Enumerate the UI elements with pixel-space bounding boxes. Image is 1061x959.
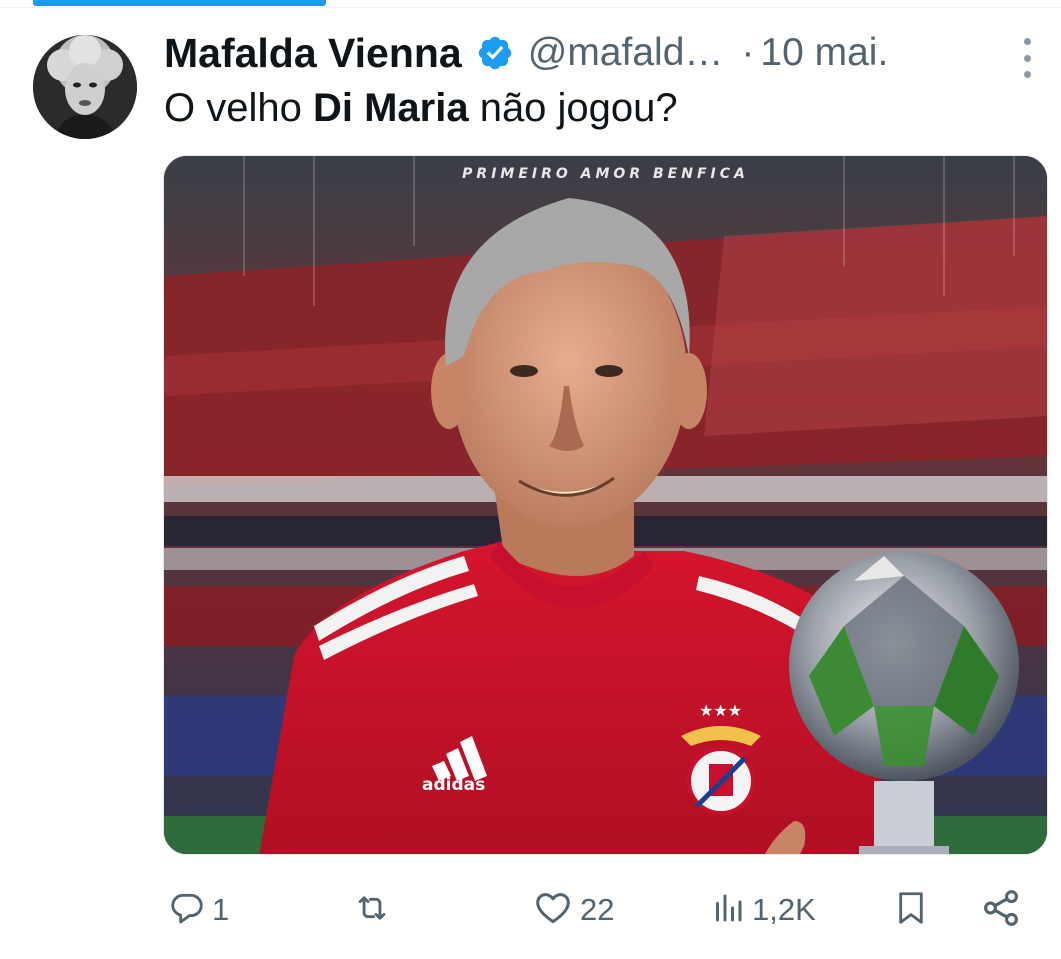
avatar-image xyxy=(33,35,137,139)
bookmark-icon xyxy=(892,887,930,934)
bookmark-button[interactable] xyxy=(892,880,930,940)
like-button[interactable]: 22 xyxy=(532,880,614,940)
tweet-text-part: O velho xyxy=(164,86,313,130)
tweet-actions: 1 22 1,2K xyxy=(164,880,1044,940)
media-caption: PRIMEIRO AMOR BENFICA xyxy=(462,166,749,182)
brand-mark: adidas xyxy=(422,775,485,795)
svg-text:★★★: ★★★ xyxy=(699,701,742,720)
heart-icon xyxy=(532,888,574,933)
verified-badge-icon xyxy=(476,34,514,72)
reply-button[interactable]: 1 xyxy=(168,880,229,940)
tweet-text: O velho Di Maria não jogou? xyxy=(164,86,678,131)
tweet-text-part: não jogou? xyxy=(468,86,678,130)
active-tab-indicator xyxy=(33,0,326,6)
tweet-text-bold: Di Maria xyxy=(312,86,469,130)
divider xyxy=(0,7,1061,8)
reply-count: 1 xyxy=(212,892,230,927)
like-count: 22 xyxy=(580,892,615,927)
media-photo: adidas ★★★ xyxy=(164,156,1047,854)
share-icon xyxy=(980,887,1022,934)
views-icon xyxy=(710,889,746,932)
views-count: 1,2K xyxy=(752,892,816,927)
views-button[interactable]: 1,2K xyxy=(710,880,816,940)
tweet-header: Mafalda Vienna @mafald… · 10 mai. xyxy=(164,28,1004,78)
share-button[interactable] xyxy=(980,880,1022,940)
more-options-icon[interactable] xyxy=(1015,38,1039,78)
tweet-date[interactable]: 10 mai. xyxy=(760,31,888,75)
author-handle[interactable]: @mafald… xyxy=(528,31,724,75)
tweet-media-image[interactable]: adidas ★★★ PRIMEIRO AMOR BENFICA xyxy=(163,155,1048,855)
reply-icon xyxy=(168,889,206,932)
retweet-button[interactable] xyxy=(350,880,400,940)
avatar[interactable] xyxy=(33,35,137,139)
retweet-icon xyxy=(350,889,394,932)
separator-dot: · xyxy=(741,31,755,74)
author-display-name[interactable]: Mafalda Vienna xyxy=(164,30,462,77)
